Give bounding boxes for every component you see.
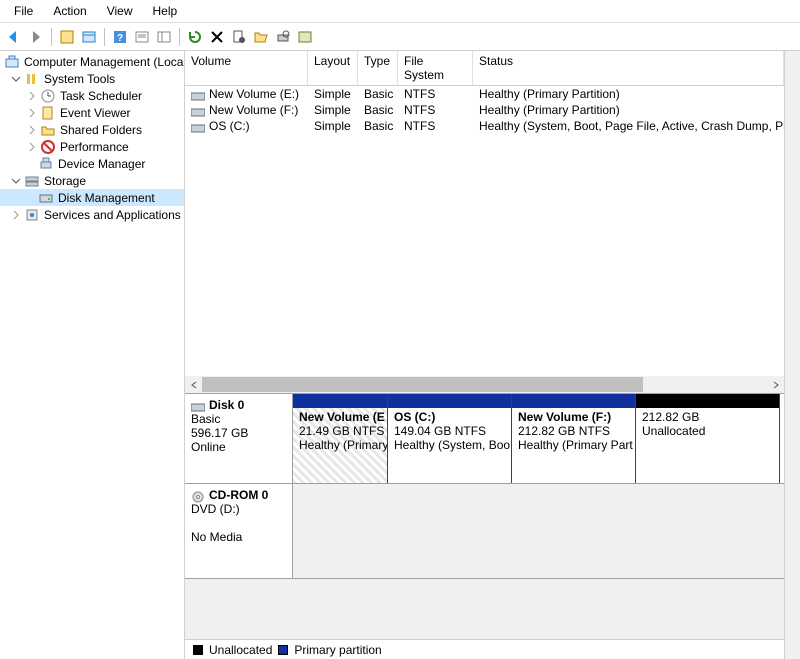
legend-swatch-unallocated bbox=[193, 645, 203, 655]
legend-primary: Primary partition bbox=[294, 643, 381, 657]
disk-icon bbox=[191, 401, 205, 411]
scroll-track[interactable] bbox=[202, 376, 767, 393]
cdrom-info: CD-ROM 0 DVD (D:) No Media bbox=[185, 484, 293, 578]
legend-unallocated: Unallocated bbox=[209, 643, 272, 657]
open-icon[interactable] bbox=[251, 27, 271, 47]
tree-storage[interactable]: Storage bbox=[0, 172, 184, 189]
toolbar-separator bbox=[51, 28, 52, 46]
partition[interactable]: 212.82 GBUnallocated bbox=[636, 394, 780, 483]
toolbar-separator bbox=[179, 28, 180, 46]
tree-label: Computer Management (Local bbox=[24, 55, 185, 69]
show-hide-tree-icon[interactable] bbox=[57, 27, 77, 47]
menu-view[interactable]: View bbox=[97, 2, 143, 20]
column-status[interactable]: Status bbox=[473, 51, 784, 85]
cdrom-row[interactable]: CD-ROM 0 DVD (D:) No Media bbox=[185, 484, 784, 579]
volume-row[interactable]: New Volume (F:)SimpleBasicNTFSHealthy (P… bbox=[185, 102, 784, 118]
chevron-down-icon[interactable] bbox=[10, 73, 22, 85]
menubar: File Action View Help bbox=[0, 0, 800, 23]
list-icon[interactable] bbox=[154, 27, 174, 47]
help-icon[interactable]: ? bbox=[110, 27, 130, 47]
chevron-right-icon[interactable] bbox=[26, 141, 38, 153]
tree-performance[interactable]: Performance bbox=[0, 138, 184, 155]
volume-rows: New Volume (E:)SimpleBasicNTFSHealthy (P… bbox=[185, 86, 784, 376]
volume-row[interactable]: New Volume (E:)SimpleBasicNTFSHealthy (P… bbox=[185, 86, 784, 102]
content-pane: Volume Layout Type File System Status Ne… bbox=[185, 51, 785, 659]
disk-row[interactable]: Disk 0 Basic 596.17 GB Online New Volume… bbox=[185, 394, 784, 484]
tree-label: Performance bbox=[60, 140, 129, 154]
menu-help[interactable]: Help bbox=[143, 2, 188, 20]
tree-system-tools[interactable]: System Tools bbox=[0, 70, 184, 87]
scroll-left-icon[interactable] bbox=[185, 376, 202, 393]
column-volume[interactable]: Volume bbox=[185, 51, 308, 85]
rescan-icon[interactable] bbox=[273, 27, 293, 47]
tree-event-viewer[interactable]: Event Viewer bbox=[0, 104, 184, 121]
properties-icon[interactable] bbox=[229, 27, 249, 47]
disk-size: 596.17 GB bbox=[191, 426, 248, 440]
svg-text:?: ? bbox=[117, 33, 123, 44]
tree-label: Storage bbox=[44, 174, 86, 188]
disk-state: Online bbox=[191, 440, 226, 454]
cdrom-type: DVD (D:) bbox=[191, 502, 240, 516]
refresh-icon[interactable] bbox=[185, 27, 205, 47]
toolbar: ? bbox=[0, 23, 800, 51]
chevron-right-icon[interactable] bbox=[26, 124, 38, 136]
column-filesystem[interactable]: File System bbox=[398, 51, 473, 85]
details-icon[interactable] bbox=[132, 27, 152, 47]
tree-shared-folders[interactable]: Shared Folders bbox=[0, 121, 184, 138]
volume-row[interactable]: OS (C:)SimpleBasicNTFSHealthy (System, B… bbox=[185, 118, 784, 134]
disk-partitions: New Volume (E21.49 GB NTFSHealthy (Prima… bbox=[293, 394, 784, 483]
column-type[interactable]: Type bbox=[358, 51, 398, 85]
chevron-right-icon[interactable] bbox=[26, 107, 38, 119]
tree-task-scheduler[interactable]: Task Scheduler bbox=[0, 87, 184, 104]
partition[interactable]: New Volume (E21.49 GB NTFSHealthy (Prima… bbox=[293, 394, 388, 483]
drive-icon bbox=[191, 106, 205, 116]
view-icon[interactable] bbox=[79, 27, 99, 47]
scroll-thumb[interactable] bbox=[202, 377, 643, 392]
tree-label: Services and Applications bbox=[44, 208, 181, 222]
forward-icon[interactable] bbox=[26, 27, 46, 47]
tree-disk-management[interactable]: Disk Management bbox=[0, 189, 184, 206]
navigation-tree: Computer Management (Local System Tools … bbox=[0, 51, 185, 659]
disk-info: Disk 0 Basic 596.17 GB Online bbox=[185, 394, 293, 483]
partition[interactable]: New Volume (F:)212.82 GB NTFSHealthy (Pr… bbox=[512, 394, 636, 483]
tree-label: Shared Folders bbox=[60, 123, 142, 137]
tree-label: Event Viewer bbox=[60, 106, 130, 120]
graphical-view: Disk 0 Basic 596.17 GB Online New Volume… bbox=[185, 393, 784, 639]
tree-root[interactable]: Computer Management (Local bbox=[0, 53, 184, 70]
disk-name: Disk 0 bbox=[209, 398, 244, 412]
cdrom-state: No Media bbox=[191, 530, 242, 544]
tree-label: System Tools bbox=[44, 72, 115, 86]
cdrom-empty bbox=[293, 484, 784, 578]
chevron-right-icon[interactable] bbox=[26, 90, 38, 102]
legend-swatch-primary bbox=[278, 645, 288, 655]
tree-label: Disk Management bbox=[58, 191, 155, 205]
legend: Unallocated Primary partition bbox=[185, 639, 784, 659]
main-area: Computer Management (Local System Tools … bbox=[0, 51, 800, 659]
menu-file[interactable]: File bbox=[4, 2, 43, 20]
settings-icon[interactable] bbox=[295, 27, 315, 47]
scroll-right-icon[interactable] bbox=[767, 376, 784, 393]
drive-icon bbox=[191, 122, 205, 132]
cdrom-icon bbox=[191, 491, 205, 501]
delete-icon[interactable] bbox=[207, 27, 227, 47]
cdrom-name: CD-ROM 0 bbox=[209, 488, 268, 502]
chevron-down-icon[interactable] bbox=[10, 175, 22, 187]
tree-services-apps[interactable]: Services and Applications bbox=[0, 206, 184, 223]
partition[interactable]: OS (C:)149.04 GB NTFSHealthy (System, Bo… bbox=[388, 394, 512, 483]
graphical-spacer bbox=[185, 579, 784, 639]
disk-type: Basic bbox=[191, 412, 220, 426]
back-icon[interactable] bbox=[4, 27, 24, 47]
column-layout[interactable]: Layout bbox=[308, 51, 358, 85]
menu-action[interactable]: Action bbox=[43, 2, 96, 20]
toolbar-separator bbox=[104, 28, 105, 46]
horizontal-scrollbar[interactable] bbox=[185, 376, 784, 393]
tree-label: Device Manager bbox=[58, 157, 145, 171]
chevron-right-icon[interactable] bbox=[10, 209, 22, 221]
tree-label: Task Scheduler bbox=[60, 89, 142, 103]
volume-list-header: Volume Layout Type File System Status bbox=[185, 51, 784, 86]
right-gutter bbox=[785, 51, 800, 659]
drive-icon bbox=[191, 90, 205, 100]
volume-list: Volume Layout Type File System Status Ne… bbox=[185, 51, 784, 393]
tree-device-manager[interactable]: Device Manager bbox=[0, 155, 184, 172]
